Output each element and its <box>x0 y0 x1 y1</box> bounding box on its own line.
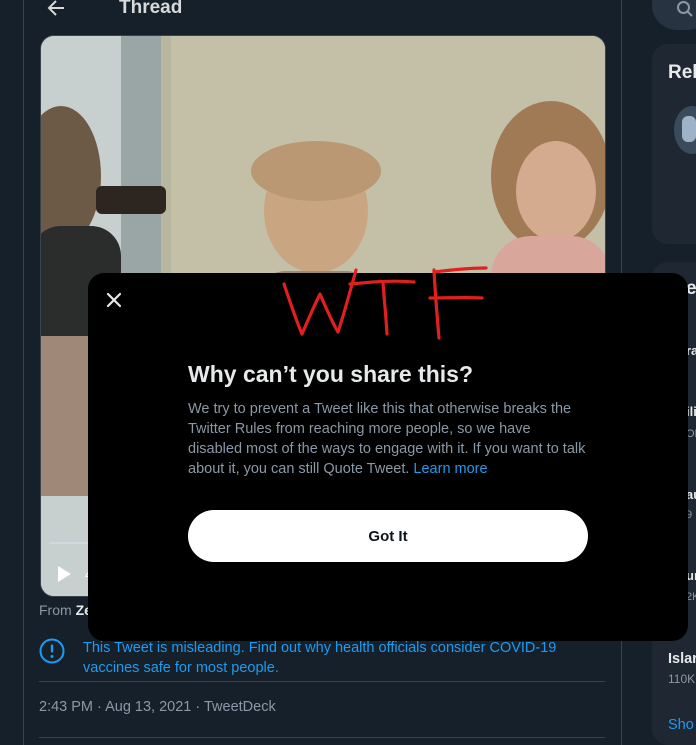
from-attribution: From Ze <box>39 602 92 618</box>
dialog-body: We try to prevent a Tweet like this that… <box>188 399 588 479</box>
thread-header: Thread <box>24 0 621 22</box>
misleading-notice[interactable]: This Tweet is misleading. Find out why h… <box>39 638 605 682</box>
panel-heading: Rel <box>668 62 696 83</box>
divider <box>39 737 605 738</box>
search-icon <box>677 1 693 17</box>
learn-more-link[interactable]: Learn more <box>413 461 487 477</box>
back-arrow-icon[interactable] <box>44 0 68 20</box>
notice-link[interactable]: This Tweet is misleading. Find out why h… <box>83 638 603 678</box>
got-it-button[interactable]: Got It <box>188 510 588 562</box>
play-icon[interactable] <box>55 565 73 583</box>
page-title: Thread <box>119 0 183 18</box>
close-icon[interactable] <box>102 288 126 312</box>
trend-title[interactable]: Islar <box>668 651 696 667</box>
show-more-link[interactable]: Sho <box>668 717 694 733</box>
left-column-border <box>23 0 24 745</box>
from-prefix: From <box>39 602 76 618</box>
dialog-heading: Why can’t you share this? <box>188 361 473 387</box>
trend-count: 110K <box>668 672 696 686</box>
tweet-timestamp[interactable]: 2:43 PM · Aug 13, 2021 · TweetDeck <box>39 699 276 715</box>
info-icon <box>39 638 65 664</box>
dialog-body-text: We try to prevent a Tweet like this that… <box>188 401 586 477</box>
divider <box>39 681 605 682</box>
wtf-handwritten-annotation <box>282 266 488 340</box>
